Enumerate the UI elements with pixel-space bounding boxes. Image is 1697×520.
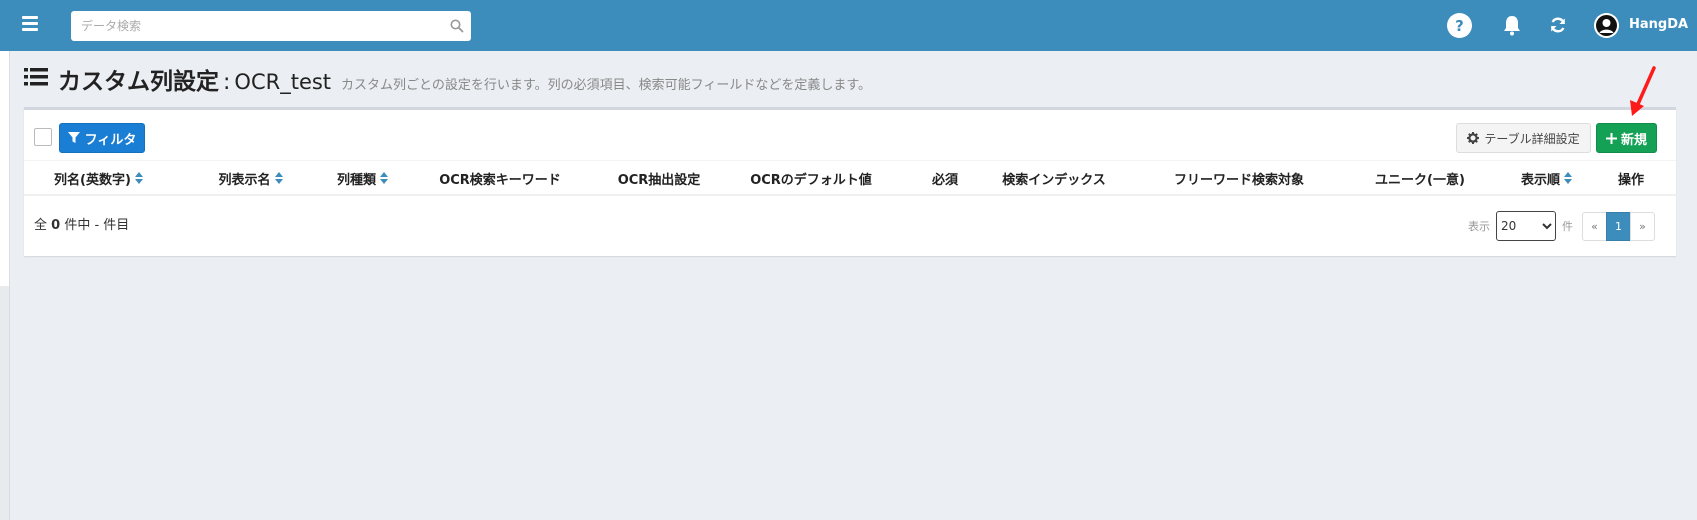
sort-icon[interactable] [274,171,284,185]
plus-icon [1605,132,1617,144]
column-header-ocr-default: OCRのデフォルト値 [750,172,872,188]
select-all-checkbox[interactable] [34,128,52,146]
column-header-ocr-keyword: OCR検索キーワード [439,172,561,188]
page-header: カスタム列設定 : OCR_test カスタム列ごとの設定を行います。列の必須項… [24,62,872,95]
top-navbar: ? HangDA [0,0,1697,51]
column-header-search-index: 検索インデックス [1002,172,1106,188]
filter-button[interactable]: フィルタ [59,123,145,153]
column-header-display-name[interactable]: 列表示名 [196,161,306,195]
new-button[interactable]: 新規 [1596,123,1657,153]
list-icon [24,68,48,86]
notification-bell-icon[interactable] [1502,14,1522,36]
gear-icon [1467,132,1480,144]
custom-columns-panel: フィルタ テーブル詳細設定 新規 列名(英数字) 列表示名 列種類 OCR検索キ… [24,107,1676,256]
hamburger-menu-icon[interactable] [22,16,38,34]
user-avatar-icon[interactable] [1594,13,1619,38]
new-button-label: 新規 [1620,132,1647,148]
sort-icon[interactable] [379,171,389,185]
table-settings-button[interactable]: テーブル詳細設定 [1456,123,1591,153]
title-separator: : [223,70,231,95]
sort-icon[interactable] [1563,171,1573,185]
page-description: カスタム列ごとの設定を行います。列の必須項目、検索可能フィールドなどを定義します… [341,78,872,93]
table-name: OCR_test [234,70,332,94]
column-header-ocr-extract: OCR抽出設定 [617,172,701,188]
search-icon[interactable] [443,12,471,40]
help-icon[interactable]: ? [1447,13,1472,38]
sort-icon[interactable] [134,171,144,185]
search-input[interactable] [71,12,443,40]
column-header-freeword: フリーワード検索対象 [1173,172,1304,188]
column-header-actions: 操作 [1617,172,1644,188]
column-header-order[interactable]: 表示順 [1512,161,1582,195]
filter-icon [67,132,80,143]
prev-page-button[interactable]: « [1582,211,1607,241]
column-header-name[interactable]: 列名(英数字) [34,161,164,195]
table-header: 列名(英数字) 列表示名 列種類 OCR検索キーワード OCR抽出設定 OCRの… [24,160,1676,196]
unit-label: 件 [1562,220,1573,233]
red-annotation-arrow-icon [1630,66,1656,116]
display-label: 表示 [1468,220,1490,233]
column-header-unique: ユニーク(一意) [1375,172,1465,188]
column-header-type[interactable]: 列種類 [318,161,408,195]
pagination: 表示 20 件 « 1 » [1468,211,1655,241]
filter-button-label: フィルタ [84,132,137,148]
page-title: カスタム列設定 [58,69,219,95]
column-header-required: 必須 [931,172,958,188]
sidebar-collapsed [0,51,10,520]
refresh-icon[interactable] [1548,15,1568,35]
page-size-select[interactable]: 20 [1496,211,1556,241]
record-count: 全 0 件中 - 件目 [34,218,130,233]
next-page-button[interactable]: » [1630,211,1655,241]
page-button-1[interactable]: 1 [1606,211,1631,241]
search-box [71,11,471,41]
table-settings-label: テーブル詳細設定 [1484,131,1580,146]
username[interactable]: HangDA [1629,17,1688,32]
